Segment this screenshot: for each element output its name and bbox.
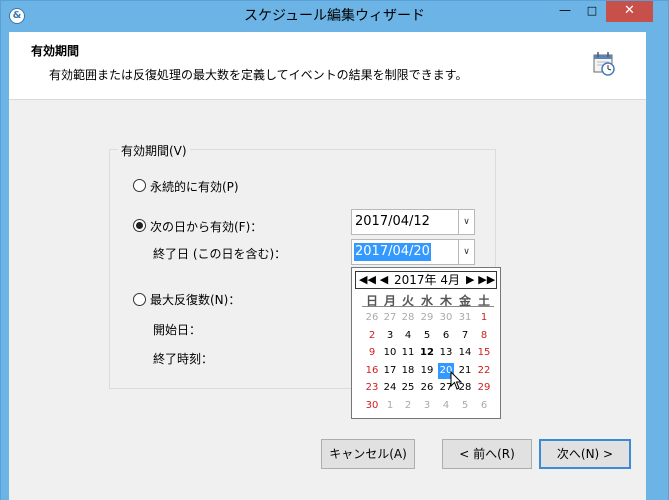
from-date-radio[interactable] (133, 219, 146, 232)
calendar-dropdown: ◀◀ ◀ 2017年 4月 ▶ ▶▶ 日月火水木金土 26 27 28 29 30 31 1… (351, 267, 501, 419)
minimize-button[interactable]: — (552, 2, 578, 22)
calendar-clock-icon (593, 52, 615, 76)
max-repeat-radio[interactable] (133, 293, 146, 306)
group-legend: 有効期間(V) (118, 142, 190, 159)
header-title: 有効期間 (31, 44, 80, 58)
calendar-day[interactable]: 6 (476, 398, 492, 414)
calendar-day[interactable]: 13 (438, 345, 454, 361)
calendar-day[interactable]: 5 (419, 328, 435, 344)
chevron-down-icon[interactable]: ∨ (458, 210, 474, 234)
header-description: 有効範囲または反復処理の最大数を定義してイベントの結果を制限できます。 (49, 68, 468, 82)
wizard-header: 有効期間 有効範囲または反復処理の最大数を定義してイベントの結果を制限できます。 (9, 32, 646, 100)
calendar-day[interactable]: 2 (400, 398, 416, 414)
calendar-day[interactable]: 24 (382, 380, 398, 396)
calendar-day[interactable]: 30 (364, 398, 380, 414)
end-date-picker[interactable]: 2017/04/20 ∨ (351, 239, 475, 265)
end-date-label: 終了日 (この日を含む)： (153, 247, 287, 261)
calendar-day[interactable]: 18 (400, 363, 416, 379)
max-repeat-label[interactable]: 最大反復数(N)： (150, 291, 240, 308)
calendar-day[interactable]: 7 (457, 328, 473, 344)
calendar-day[interactable]: 31 (457, 310, 473, 326)
chevron-down-icon[interactable]: ∨ (458, 240, 474, 264)
calendar-day[interactable]: 3 (382, 328, 398, 344)
title-bar[interactable]: スケジュール編集ウィザード & — □ ✕ (1, 1, 668, 32)
calendar-day[interactable]: 4 (400, 328, 416, 344)
start-date-label: 開始日： (153, 323, 202, 337)
calendar-day[interactable]: 22 (476, 363, 492, 379)
back-button[interactable]: < 前へ(R) (442, 439, 532, 469)
calendar-month-label: 2017年 4月 (394, 273, 460, 287)
wizard-window: スケジュール編集ウィザード & — □ ✕ 有効期間 有効範囲または反復処理の最… (0, 0, 669, 500)
maximize-button[interactable]: □ (579, 2, 605, 22)
calendar-day[interactable]: 2 (364, 328, 380, 344)
forever-radio[interactable] (133, 179, 146, 192)
from-date-label[interactable]: 次の日から有効(F)： (150, 218, 262, 235)
calendar-day[interactable]: 23 (364, 380, 380, 396)
calendar-day[interactable]: 11 (400, 345, 416, 361)
calendar-day[interactable]: 5 (457, 398, 473, 414)
calendar-day[interactable]: 14 (457, 345, 473, 361)
calendar-day[interactable]: 26 (364, 310, 380, 326)
forever-label[interactable]: 永続的に有効(P) (150, 178, 239, 195)
calendar-day[interactable]: 16 (364, 363, 380, 379)
next-month-button[interactable]: ▶ ▶▶ (466, 272, 495, 288)
end-time-label: 終了時刻： (153, 352, 214, 366)
calendar-day[interactable]: 25 (400, 380, 416, 396)
calendar-day[interactable]: 26 (419, 380, 435, 396)
weekday-divider (362, 306, 494, 307)
calendar-day[interactable]: 9 (364, 345, 380, 361)
next-button[interactable]: 次へ(N) > (539, 439, 631, 469)
calendar-day[interactable]: 8 (476, 328, 492, 344)
close-button[interactable]: ✕ (606, 1, 653, 22)
calendar-day[interactable]: 29 (419, 310, 435, 326)
calendar-day[interactable]: 6 (438, 328, 454, 344)
from-date-picker[interactable]: 2017/04/12 ∨ (351, 209, 475, 235)
mouse-cursor-icon (450, 371, 463, 390)
calendar-day[interactable]: 15 (476, 345, 492, 361)
app-icon[interactable]: & (9, 8, 25, 24)
window-border-right (646, 32, 668, 500)
calendar-day[interactable]: 12 (419, 345, 435, 361)
wizard-content: 有効期間(V) 永続的に有効(P) 次の日から有効(F)： 終了日 (この日を含… (9, 101, 646, 500)
prev-month-button[interactable]: ◀◀ ◀ (359, 272, 388, 288)
window-border-left (1, 32, 9, 500)
calendar-day[interactable]: 29 (476, 380, 492, 396)
calendar-day[interactable]: 10 (382, 345, 398, 361)
calendar-day[interactable]: 28 (400, 310, 416, 326)
calendar-day[interactable]: 4 (438, 398, 454, 414)
calendar-day[interactable]: 1 (382, 398, 398, 414)
calendar-day[interactable]: 27 (382, 310, 398, 326)
end-date-value[interactable]: 2017/04/20 (354, 243, 431, 261)
calendar-day[interactable]: 30 (438, 310, 454, 326)
calendar-day[interactable]: 17 (382, 363, 398, 379)
from-date-value[interactable]: 2017/04/12 (354, 213, 431, 231)
calendar-header: ◀◀ ◀ 2017年 4月 ▶ ▶▶ (355, 271, 497, 289)
calendar-day[interactable]: 19 (419, 363, 435, 379)
calendar-day[interactable]: 1 (476, 310, 492, 326)
cancel-button[interactable]: キャンセル(A) (321, 439, 415, 469)
calendar-day[interactable]: 3 (419, 398, 435, 414)
